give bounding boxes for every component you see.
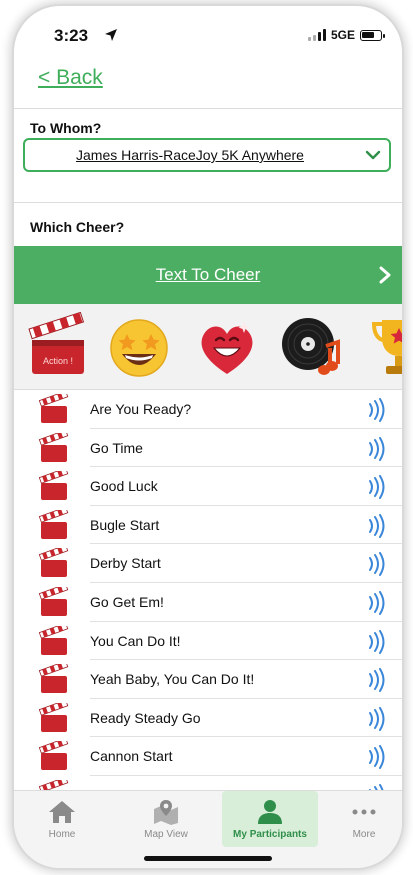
- person-icon: [258, 800, 282, 824]
- cheer-name: Ready Steady Go: [90, 709, 201, 726]
- clapperboard-icon: [38, 702, 69, 732]
- tab-my-participants[interactable]: My Participants: [222, 791, 318, 847]
- clapperboard-icon: [38, 664, 69, 694]
- which-cheer-label: Which Cheer?: [30, 219, 125, 235]
- status-indicators: 5GE: [307, 28, 385, 42]
- clapperboard-icon: [38, 509, 69, 539]
- to-whom-label: To Whom?: [30, 120, 102, 136]
- back-link[interactable]: < Back: [38, 66, 103, 90]
- cheer-name: Are You Ready?: [90, 401, 192, 417]
- sound-wave-icon[interactable]: [364, 629, 386, 654]
- clapperboard-icon[interactable]: Action !: [26, 312, 92, 380]
- list-item[interactable]: Bugle Start: [14, 506, 402, 545]
- cheer-name: Derby Start: [90, 555, 161, 572]
- sound-wave-icon[interactable]: [364, 513, 386, 538]
- network-type: 5GE: [330, 28, 355, 42]
- cheer-name: Good Luck: [90, 478, 158, 495]
- list-item[interactable]: Ready Steady Go: [14, 699, 402, 738]
- list-item[interactable]: You Can Do It!: [14, 622, 402, 661]
- cheer-category-row: Action !: [14, 304, 402, 390]
- cheer-name: Go Get Em!: [90, 594, 164, 610]
- list-item[interactable]: Cannon Start: [14, 737, 402, 776]
- list-item[interactable]: Go Get Em!: [14, 583, 402, 622]
- tab-label: Map View: [144, 829, 188, 840]
- status-bar: 3:23 5GE: [14, 6, 402, 62]
- chevron-down-icon: [365, 150, 381, 160]
- clapperboard-icon: [38, 432, 69, 462]
- list-item[interactable]: Yeah Baby, You Can Do It!: [14, 660, 402, 699]
- cheer-name: Cannon Start: [90, 748, 173, 765]
- clapperboard-icon: [38, 780, 69, 790]
- text-to-cheer-label: Text To Cheer: [155, 265, 261, 284]
- recipient-select[interactable]: James Harris-RaceJoy 5K Anywhere: [23, 138, 391, 172]
- tab-map-view[interactable]: Map View: [124, 791, 208, 847]
- sound-wave-icon[interactable]: [364, 706, 386, 731]
- cheer-name: Yeah Baby, You Can Do It!: [90, 671, 255, 688]
- list-item[interactable]: Go Time: [14, 429, 402, 468]
- cheer-name: Bugle Start: [90, 516, 160, 533]
- star-struck-face-icon[interactable]: [106, 312, 172, 380]
- trophy-icon[interactable]: [366, 312, 402, 380]
- more-dots-icon: [352, 809, 376, 815]
- home-icon: [49, 801, 75, 823]
- clapperboard-icon: [38, 625, 69, 655]
- tab-more[interactable]: More: [330, 791, 398, 847]
- phone-screen: 3:23 5GE < Back To Whom? James Harris-Ra…: [14, 6, 402, 868]
- cheer-name: You Can Do It!: [90, 632, 181, 649]
- status-time: 3:23: [54, 26, 89, 45]
- sound-wave-icon[interactable]: [364, 745, 386, 770]
- recipient-selected-value: James Harris-RaceJoy 5K Anywhere: [76, 147, 304, 163]
- text-to-cheer-button[interactable]: Text To Cheer: [14, 246, 402, 304]
- cheer-name: Go Time: [90, 439, 143, 456]
- vinyl-record-icon[interactable]: [278, 312, 344, 380]
- clapperboard-icon: [38, 471, 69, 501]
- home-indicator[interactable]: [144, 856, 272, 861]
- divider: [14, 108, 402, 109]
- sound-wave-icon[interactable]: [364, 668, 386, 693]
- tab-label: My Participants: [233, 829, 307, 840]
- tab-label: More: [352, 829, 376, 840]
- location-arrow-icon: [105, 29, 117, 41]
- cheer-list: Are You Ready? Go Time Good Luck Bugle S…: [14, 390, 402, 790]
- clapper-text: Action !: [43, 356, 73, 366]
- clapperboard-icon: [38, 741, 69, 771]
- chevron-right-icon: [379, 266, 391, 284]
- clapperboard-icon: [38, 587, 69, 616]
- clapperboard-icon: [38, 394, 69, 423]
- sound-wave-icon[interactable]: [364, 475, 386, 500]
- sound-wave-icon[interactable]: [364, 398, 386, 422]
- list-item[interactable]: Good Luck: [14, 467, 402, 506]
- sound-wave-icon[interactable]: [364, 552, 386, 577]
- list-item[interactable]: Derby Start: [14, 544, 402, 583]
- sound-wave-icon[interactable]: [364, 436, 386, 461]
- tab-label: Home: [48, 829, 76, 840]
- battery-icon: [360, 29, 385, 41]
- sound-wave-icon[interactable]: [364, 591, 386, 615]
- list-item-partial[interactable]: [14, 776, 402, 790]
- tab-home[interactable]: Home: [22, 791, 102, 847]
- clapperboard-icon: [38, 548, 69, 578]
- list-item[interactable]: Are You Ready?: [14, 390, 402, 429]
- signal-icon: [307, 29, 326, 41]
- heart-face-icon[interactable]: [194, 312, 260, 380]
- divider: [14, 202, 402, 203]
- map-pin-icon: [154, 800, 178, 825]
